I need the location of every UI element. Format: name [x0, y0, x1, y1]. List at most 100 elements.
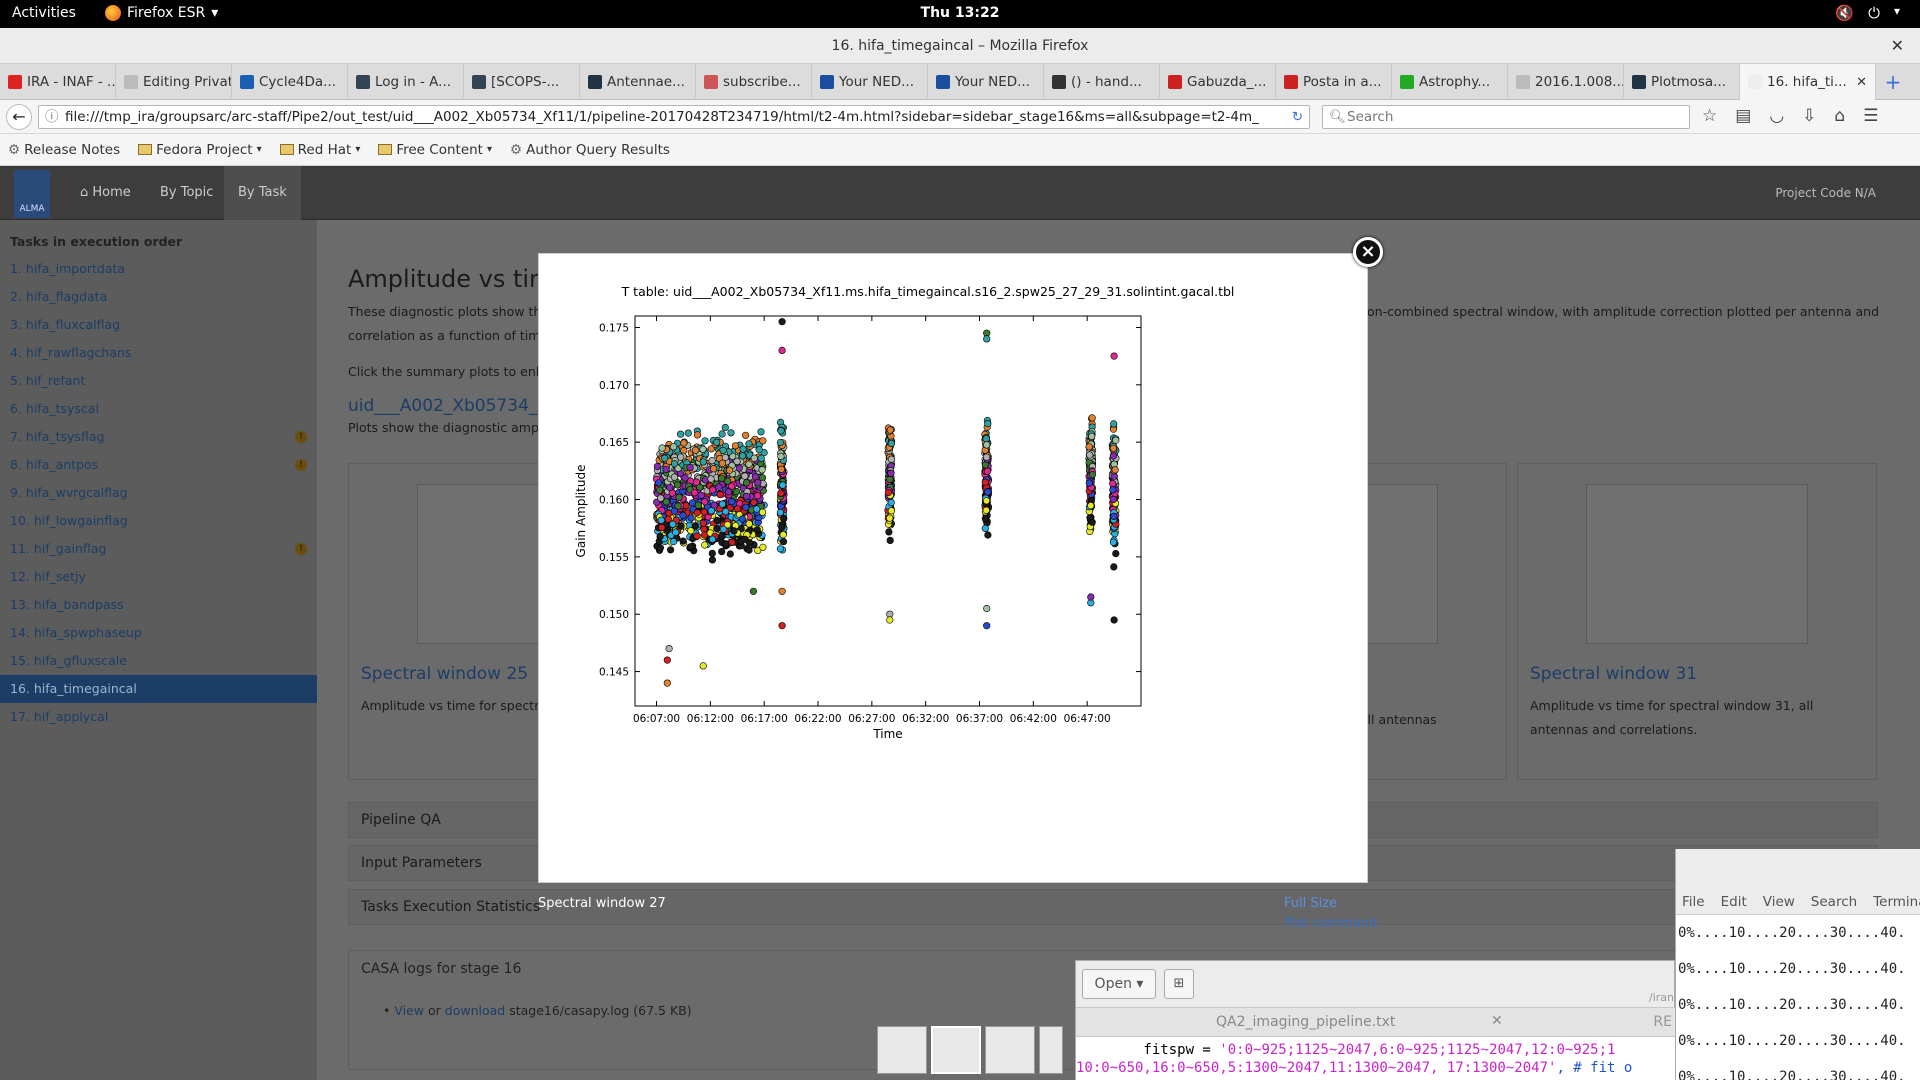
- new-tab-button[interactable]: +: [1876, 64, 1910, 99]
- data-point: [983, 441, 991, 449]
- sidebar-item-11[interactable]: 11. hif_gainflag!: [0, 535, 317, 563]
- bookmark-1[interactable]: Fedora Project ▾: [138, 142, 262, 158]
- terminal-menu-0[interactable]: File: [1682, 889, 1705, 914]
- search-input[interactable]: 🔍︎ Search: [1322, 105, 1690, 129]
- data-point: [674, 481, 682, 489]
- editor-tab-re[interactable]: RE: [1653, 1014, 1672, 1030]
- reload-icon[interactable]: ↻: [1292, 106, 1303, 128]
- close-tab-icon[interactable]: ✕: [1856, 75, 1867, 90]
- sidebar-heading: Tasks in execution order: [10, 234, 183, 249]
- editor-text-area[interactable]: fitspw = '0:0~925;1125~2047,6:0~925;1125…: [1076, 1037, 1676, 1080]
- amp-vs-time-plot[interactable]: T table: uid___A002_Xb05734_Xf11.ms.hifa…: [539, 254, 1369, 884]
- sidebar-item-5[interactable]: 5. hif_refant: [0, 367, 317, 395]
- tab-14[interactable]: Plotmosa...: [1624, 64, 1740, 100]
- lightbox-thumb[interactable]: [877, 1026, 927, 1074]
- terminal-menu-3[interactable]: Search: [1811, 889, 1857, 914]
- tab-11[interactable]: Posta in a...: [1276, 64, 1392, 100]
- tab-7[interactable]: Your NED...: [812, 64, 928, 100]
- nav-home[interactable]: ⌂ Home: [80, 166, 131, 220]
- lightbox-close-button[interactable]: ×: [1353, 237, 1383, 267]
- back-button[interactable]: ←: [6, 104, 32, 130]
- lightbox-thumb[interactable]: [1039, 1026, 1063, 1074]
- data-point: [758, 508, 767, 516]
- sidebar-item-4[interactable]: 4. hif_rawflagchans: [0, 339, 317, 367]
- alma-logo[interactable]: ALMA: [14, 170, 50, 218]
- sidebar-item-2[interactable]: 2. hifa_flagdata: [0, 283, 317, 311]
- tab-2[interactable]: Cycle4Da...: [232, 64, 348, 100]
- tab-6[interactable]: subscribe...: [696, 64, 812, 100]
- tab-9[interactable]: () - hand...: [1044, 64, 1160, 100]
- sidebar-item-1[interactable]: 1. hifa_importdata: [0, 255, 317, 283]
- sidebar-item-9[interactable]: 9. hifa_wvrgcalflag: [0, 479, 317, 507]
- terminal-output[interactable]: 0%....10....20....30....40. 0%....10....2…: [1676, 915, 1920, 1080]
- bookmark-star-icon[interactable]: ☆: [1702, 106, 1717, 126]
- new-document-icon[interactable]: ⊞: [1164, 969, 1194, 999]
- app-menu[interactable]: Firefox ESR ▾: [105, 5, 218, 21]
- window-close-button[interactable]: ✕: [1891, 28, 1904, 64]
- data-point: [670, 443, 678, 451]
- reader-list-icon[interactable]: ▤: [1735, 106, 1751, 126]
- nav-by-topic[interactable]: By Topic: [160, 166, 213, 220]
- info-icon[interactable]: ⓘ: [45, 106, 59, 128]
- bookmark-3[interactable]: Free Content ▾: [378, 142, 492, 158]
- tab-0[interactable]: IRA - INAF - ...: [0, 64, 116, 100]
- terminal-menu-4[interactable]: Terminal: [1873, 889, 1920, 914]
- bookmark-0[interactable]: ⚙ Release Notes: [8, 142, 120, 158]
- tab-10[interactable]: Gabuzda_...: [1160, 64, 1276, 100]
- sidebar-item-17[interactable]: 17. hif_applycal: [0, 703, 317, 731]
- tab-4[interactable]: [SCOPS-...: [464, 64, 580, 100]
- tab-8[interactable]: Your NED...: [928, 64, 1044, 100]
- download-log-link[interactable]: download: [445, 1003, 505, 1018]
- view-log-link[interactable]: View: [394, 1003, 424, 1018]
- full-size-link[interactable]: Full Size: [1284, 896, 1337, 911]
- spw31-card: Spectral window 31 Amplitude vs time for…: [1517, 463, 1877, 780]
- sidebar-item-3[interactable]: 3. hifa_fluxcalflag: [0, 311, 317, 339]
- x-tick-label: 06:42:00: [1010, 713, 1057, 725]
- spw25-title[interactable]: Spectral window 25: [361, 664, 528, 684]
- bookmark-4[interactable]: ⚙ Author Query Results: [510, 142, 670, 158]
- activities-button[interactable]: Activities: [12, 5, 76, 21]
- terminal-menu-2[interactable]: View: [1763, 889, 1795, 914]
- sidebar-item-8[interactable]: 8. hifa_antpos!: [0, 451, 317, 479]
- favicon-icon: [1052, 75, 1066, 89]
- sidebar-item-7[interactable]: 7. hifa_tsysflag!: [0, 423, 317, 451]
- sidebar-item-12[interactable]: 12. hif_setjy: [0, 563, 317, 591]
- open-button[interactable]: Open ▾: [1082, 969, 1156, 999]
- editor-tab-qa2[interactable]: QA2_imaging_pipeline.txt: [1216, 1014, 1395, 1030]
- tab-5[interactable]: Antennae...: [580, 64, 696, 100]
- sidebar-item-label: 10. hif_lowgainflag: [10, 513, 128, 528]
- clock[interactable]: Thu 13:22: [0, 5, 1920, 21]
- spw31-title[interactable]: Spectral window 31: [1530, 664, 1697, 684]
- lightbox-thumb[interactable]: [985, 1026, 1035, 1074]
- lightbox-thumb-selected[interactable]: [931, 1026, 981, 1074]
- data-point: [759, 437, 767, 445]
- close-tab-icon[interactable]: ✕: [1491, 1013, 1503, 1029]
- url-bar[interactable]: ⓘ file:///tmp_ira/groupsarc/arc-staff/Pi…: [38, 105, 1310, 129]
- bookmark-2[interactable]: Red Hat ▾: [279, 142, 360, 158]
- sidebar-item-15[interactable]: 15. hifa_gfluxscale: [0, 647, 317, 675]
- hamburger-menu-icon[interactable]: ☰: [1863, 106, 1878, 126]
- sidebar-item-6[interactable]: 6. hifa_tsyscal: [0, 395, 317, 423]
- download-icon[interactable]: ⇩: [1802, 106, 1816, 126]
- caret-down-icon: ▾: [1136, 976, 1144, 992]
- tab-15[interactable]: 16. hifa_ti... ✕: [1740, 64, 1876, 100]
- nav-by-task[interactable]: By Task: [224, 166, 301, 220]
- ms-link[interactable]: uid___A002_Xb05734_Xf: [348, 396, 555, 416]
- pocket-icon[interactable]: ◡: [1769, 106, 1784, 126]
- terminal-menu-1[interactable]: Edit: [1721, 889, 1747, 914]
- home-icon[interactable]: ⌂: [1834, 106, 1845, 126]
- system-tray[interactable]: 🔇 ⏻ ▾: [1835, 4, 1900, 22]
- data-point: [887, 469, 895, 477]
- tab-1[interactable]: Editing Privat...: [116, 64, 232, 100]
- tab-12[interactable]: Astrophy...: [1392, 64, 1508, 100]
- sidebar-item-14[interactable]: 14. hifa_spwphaseup: [0, 619, 317, 647]
- sidebar-item-13[interactable]: 13. hifa_bandpass: [0, 591, 317, 619]
- sidebar-item-16[interactable]: 16. hifa_timegaincal: [0, 675, 317, 703]
- sidebar-item-10[interactable]: 10. hif_lowgainflag: [0, 507, 317, 535]
- tab-13[interactable]: 2016.1.008...: [1508, 64, 1624, 100]
- outlier-point: [778, 622, 786, 630]
- plot-command-link[interactable]: Plot command: [1284, 916, 1378, 931]
- spw31-thumbnail[interactable]: [1586, 484, 1808, 644]
- data-point: [701, 541, 709, 549]
- tab-3[interactable]: Log in - A...: [348, 64, 464, 100]
